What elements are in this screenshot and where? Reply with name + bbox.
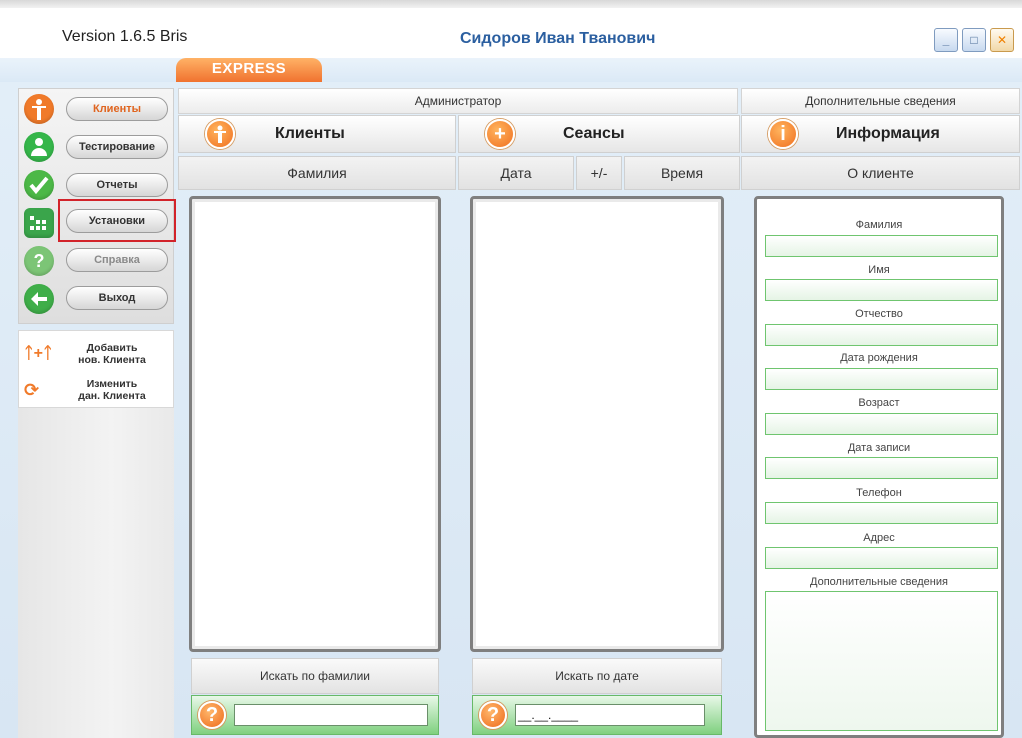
sidebar-item-help[interactable]: Справка [66,248,168,272]
search-surname-box: ? [191,695,439,735]
edit-client-line1: Изменить [86,378,138,390]
top-strip [0,0,1022,8]
search-date-label: Искать по дате [472,658,722,694]
user-icon [24,132,54,162]
column-surname[interactable]: Фамилия [178,156,456,190]
help-icon[interactable]: ? [198,701,226,729]
version-label: Version 1.6.5 Bris [62,28,188,45]
exit-arrow-icon [24,284,54,314]
field-label-record-date: Дата записи [847,442,911,454]
plus-icon: + [485,119,515,149]
search-date-input[interactable]: __.__.____ [515,704,705,726]
clients-title: Клиенты [275,125,345,142]
close-button[interactable]: ✕ [990,28,1014,52]
field-label-notes: Дополнительные сведения [810,576,948,588]
edit-client-line2: дан. Клиента [78,390,146,402]
column-about-client[interactable]: О клиенте [741,156,1020,190]
add-client-label: Добавить нов. Клиента [54,342,170,366]
field-label-surname: Фамилия [855,219,903,231]
field-label-name: Имя [868,264,890,276]
field-label-phone: Телефон [856,487,902,499]
sidebar-item-reports[interactable]: Отчеты [66,173,168,197]
clients-list[interactable] [189,196,441,652]
record-date-field[interactable] [765,457,998,479]
field-label-address: Адрес [863,532,895,544]
age-field[interactable] [765,413,998,435]
tab-express[interactable]: EXPRESS [176,58,322,82]
refresh-icon: ⟳ [24,379,40,400]
client-info-panel: Фамилия Имя Отчество Дата рождения Возра… [754,196,1004,738]
user-name: Сидоров Иван Тванович [460,30,656,47]
sessions-title: Сеансы [563,125,625,142]
field-label-age: Возраст [858,397,900,409]
surname-field[interactable] [765,235,998,257]
add-client-button[interactable]: ᛏ+ᛏ Добавить нов. Клиента [24,338,170,370]
address-field[interactable] [765,547,998,569]
field-label-patronymic: Отчество [855,308,903,320]
column-time[interactable]: Время [624,156,740,190]
sidebar-item-testing[interactable]: Тестирование [66,135,168,159]
sessions-section-header: + Сеансы [458,115,740,153]
help-icon[interactable]: ? [479,701,507,729]
admin-header: Администратор [178,88,738,114]
add-client-line2: нов. Клиента [78,354,146,366]
info-section-header: i Информация [741,115,1020,153]
settings-highlight-box [58,199,176,242]
column-plus-minus[interactable]: +/- [576,156,622,190]
search-surname-label: Искать по фамилии [191,658,439,694]
add-client-line1: Добавить [86,342,138,354]
person-icon [205,119,235,149]
add-persons-icon: ᛏ+ᛏ [24,345,53,362]
search-date-box: ? __.__.____ [472,695,722,735]
notes-field[interactable] [765,591,998,731]
sidebar-item-clients[interactable]: Клиенты [66,97,168,121]
sidebar-filler [18,408,174,738]
tab-row [0,58,1022,82]
sessions-list[interactable] [470,196,724,652]
maximize-button[interactable]: □ [962,28,986,52]
clients-section-header: Клиенты [178,115,456,153]
name-field[interactable] [765,279,998,301]
field-label-birthdate: Дата рождения [840,352,918,364]
checkmark-icon [24,170,54,200]
column-date[interactable]: Дата [458,156,574,190]
minimize-button[interactable]: _ [934,28,958,52]
edit-client-button[interactable]: ⟳ Изменить дан. Клиента [24,374,170,406]
birthdate-field[interactable] [765,368,998,390]
search-surname-input[interactable] [234,704,428,726]
grid-settings-icon [24,208,54,238]
patronymic-field[interactable] [765,324,998,346]
info-title: Информация [836,125,940,142]
person-icon [24,94,54,124]
edit-client-label: Изменить дан. Клиента [54,378,170,402]
sidebar-item-exit[interactable]: Выход [66,286,168,310]
additional-header: Дополнительные сведения [741,88,1020,114]
info-icon: i [768,119,798,149]
help-icon: ? [24,246,54,276]
phone-field[interactable] [765,502,998,524]
